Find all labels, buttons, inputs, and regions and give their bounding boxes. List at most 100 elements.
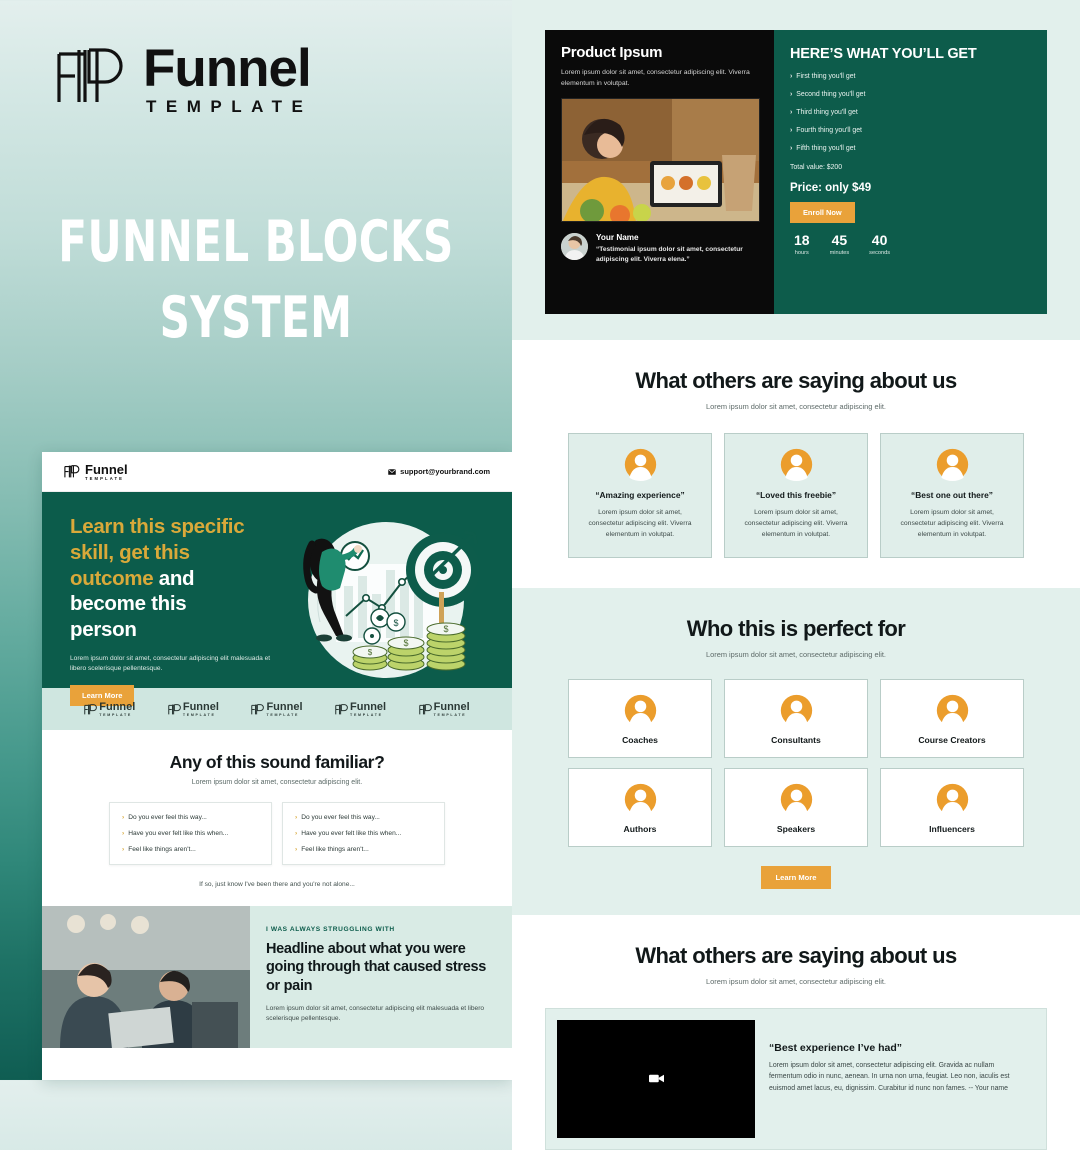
- perfect-for-card-label: Course Creators: [918, 734, 986, 745]
- chevron-right-icon: ›: [295, 846, 298, 853]
- testimonials-section: What others are saying about us Lorem ip…: [512, 340, 1080, 588]
- avatar: [561, 233, 588, 260]
- testimonials-subheading: Lorem ipsum dolor sit amet, consectetur …: [706, 402, 886, 411]
- offer-item: › Fourth thing you'll get: [790, 127, 1031, 134]
- perfect-for-card[interactable]: Course Creators: [880, 678, 1024, 758]
- video-testimonials-heading: What others are saying about us: [635, 942, 957, 968]
- familiar-item-label: Do you ever feel this way...: [301, 814, 380, 821]
- strip-logo-sub: TEMPLATE: [266, 712, 300, 717]
- woman-with-tablet-groceries-photo: [562, 99, 759, 221]
- chevron-right-icon: ›: [790, 145, 793, 152]
- svg-text:$: $: [443, 624, 448, 634]
- video-player[interactable]: [557, 1019, 755, 1138]
- timer-seconds-label: seconds: [869, 250, 891, 256]
- timer-unit: 40 seconds: [869, 232, 890, 256]
- offer-item-label: Fifth thing you'll get: [796, 145, 856, 152]
- mockup-hero: Learn this specific skill, get this outc…: [42, 492, 512, 706]
- hero-heading-gold-1: Learn this specific: [70, 515, 245, 538]
- person-chart-target-coins-illustration: $ $ $ $: [303, 522, 480, 678]
- perfect-for-card-label: Speakers: [776, 823, 816, 834]
- strip-logo-sub: TEMPLATE: [99, 712, 132, 717]
- left-panel: Funnel TEMPLATE FUNNEL BLOCKS SYSTEM Fun…: [0, 0, 512, 1080]
- perfect-for-heading: Who this is perfect for: [686, 615, 906, 641]
- testimonial-card-quote: “Amazing experience”: [595, 490, 685, 500]
- product-paragraph: Lorem ipsum dolor sit amet, consectetur …: [561, 69, 750, 87]
- funnel-template-logo-icon: [251, 703, 265, 714]
- offer-item: › Second thing you'll get: [790, 91, 1031, 98]
- product-left-column: Product Ipsum Lorem ipsum dolor sit amet…: [545, 30, 774, 314]
- video-testimonial-text: Lorem ipsum dolor sit amet, consectetur …: [769, 1061, 1010, 1092]
- chevron-right-icon: ›: [790, 109, 793, 116]
- strip-logo-item: Funnel TEMPLATE: [418, 700, 470, 717]
- perfect-for-card[interactable]: Influencers: [880, 767, 1024, 847]
- page-title: FUNNEL BLOCKS SYSTEM: [46, 205, 466, 357]
- perfect-for-card-label: Authors: [623, 823, 657, 834]
- testimonial-card: “Best one out there” Lorem ipsum dolor s…: [880, 433, 1024, 558]
- hero-heading-gold-2: skill, get this: [70, 540, 190, 564]
- avatar-icon: [624, 783, 656, 816]
- familiar-subheading: Lorem ipsum dolor sit amet, consectetur …: [191, 779, 363, 786]
- mockup-hero-paragraph: Lorem ipsum dolor sit amet, consectetur …: [70, 655, 271, 673]
- hero-heading-white-2: become this: [70, 592, 187, 616]
- familiar-item-label: Have you ever felt like this when...: [301, 830, 402, 837]
- mockup-logo[interactable]: Funnel TEMPLATE: [64, 463, 128, 481]
- perfect-for-card-label: Coaches: [622, 734, 658, 745]
- strip-logo-item: Funnel TEMPLATE: [335, 701, 386, 717]
- video-camera-icon: [648, 1074, 664, 1083]
- familiar-box: › Do you ever feel this way... › Have you …: [109, 802, 272, 865]
- mockup-hero-heading: Learn this specific skill, get this outc…: [70, 514, 282, 643]
- timer-unit: 18 hours: [794, 232, 810, 256]
- timer-unit: 45 minutes: [830, 232, 850, 256]
- enroll-now-button[interactable]: Enroll Now: [790, 202, 855, 223]
- section-spacer: [512, 0, 1080, 30]
- perfect-for-card[interactable]: Consultants: [724, 678, 868, 758]
- avatar-icon: [936, 448, 968, 481]
- familiar-item: › Do you ever feel this way...: [295, 814, 432, 821]
- chevron-right-icon: ›: [790, 127, 793, 134]
- mockup-familiar-section: Any of this sound familiar? Lorem ipsum …: [42, 730, 512, 906]
- chevron-right-icon: ›: [295, 814, 298, 821]
- offer-item-label: Second thing you'll get: [796, 91, 866, 98]
- brand-name: Funnel: [143, 39, 312, 98]
- mockup-story-section: I WAS ALWAYS STRUGGLING WITH Headline ab…: [42, 906, 512, 1048]
- strip-logo-name: Funnel: [433, 700, 470, 713]
- funnel-template-logo-icon: [418, 703, 432, 714]
- perfect-for-card[interactable]: Coaches: [568, 678, 712, 758]
- familiar-item: › Feel like things aren't...: [122, 846, 259, 853]
- timer-hours-value: 18: [794, 232, 810, 248]
- perfect-for-card[interactable]: Speakers: [724, 767, 868, 847]
- testimonial-card: “Loved this freebie” Lorem ipsum dolor s…: [724, 433, 868, 558]
- envelope-icon: [388, 468, 396, 475]
- avatar-icon: [780, 448, 812, 481]
- strip-logo-name: Funnel: [266, 700, 303, 713]
- familiar-heading: Any of this sound familiar?: [169, 752, 385, 772]
- strip-logo-name: Funnel: [99, 700, 136, 713]
- learn-more-button[interactable]: Learn More: [761, 865, 831, 889]
- mockup-navbar: Funnel TEMPLATE support@yourbrand.com: [42, 452, 512, 492]
- familiar-item-label: Feel like things aren't...: [301, 846, 369, 853]
- offer-price: Price: only $49: [790, 182, 872, 194]
- testimonials-heading: What others are saying about us: [635, 368, 957, 393]
- svg-text:$: $: [393, 618, 398, 628]
- chevron-right-icon: ›: [790, 73, 793, 80]
- testimonial-card-text: Lorem ipsum dolor sit amet, consectetur …: [744, 509, 848, 539]
- familiar-box: › Do you ever feel this way... › Have you …: [282, 802, 445, 865]
- story-photo: [42, 906, 250, 1048]
- story-paragraph: Lorem ipsum dolor sit amet, consectetur …: [266, 1004, 485, 1023]
- video-testimonials-subheading: Lorem ipsum dolor sit amet, consectetur …: [706, 976, 886, 986]
- familiar-item-label: Have you ever felt like this when...: [128, 830, 229, 837]
- timer-minutes-label: minutes: [829, 250, 850, 256]
- product-image: [561, 98, 760, 222]
- offer-total-value: Total value: $200: [790, 164, 843, 171]
- offer-item: › Third thing you'll get: [790, 109, 1031, 116]
- support-email[interactable]: support@yourbrand.com: [388, 467, 490, 476]
- funnel-template-logo-icon: [168, 703, 181, 714]
- video-testimonial-card: “Best experience I’ve had” Lorem ipsum d…: [545, 1007, 1047, 1150]
- strip-logo-sub: TEMPLATE: [350, 712, 383, 717]
- perfect-for-section: Who this is perfect for Lorem ipsum dolo…: [512, 587, 1080, 915]
- perfect-for-card[interactable]: Authors: [568, 767, 712, 847]
- chevron-right-icon: ›: [295, 830, 298, 837]
- testimonial-card: “Amazing experience” Lorem ipsum dolor s…: [568, 433, 712, 558]
- offer-item: › Fifth thing you'll get: [790, 145, 1031, 152]
